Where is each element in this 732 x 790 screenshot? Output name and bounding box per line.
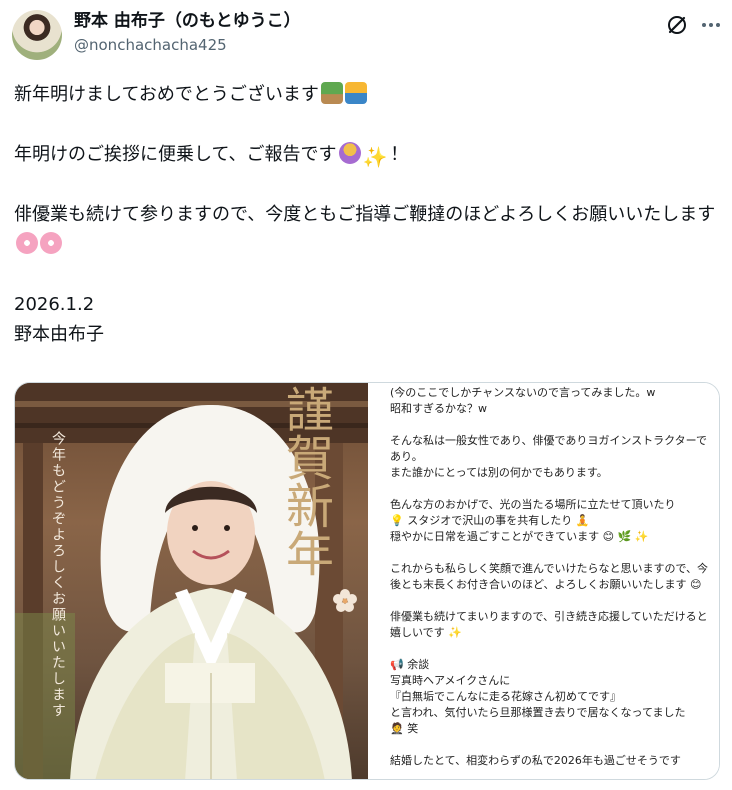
note-line: これからも私らしく笑顔で進んでいけたらなと思いますので、今後とも末長くお付き合い… [390,562,709,591]
bowing-person-emoji-icon [338,142,361,164]
career-text: 俳優業も続けて参りますので、今度ともご指導ご鞭撻のほどよろしくお願いいたします [14,204,716,225]
note-inline: 余談 [407,658,430,671]
note-line: 昭和すぎるかな？w [390,402,487,415]
note-line: 写真時ヘアメイクさんに [390,674,511,687]
user-names: 野本 由布子（のもとゆうこ） @nonchachacha425 [74,10,301,56]
tweet-text: 新年明けましておめでとうございます 年明けのご挨拶に便乗して、ご報告です ✨ ！ … [14,80,720,350]
note-line: 🤵 笑 [390,722,419,735]
sparkles-emoji-icon: ✨ [362,145,388,169]
note-line: 穏やかに日常を過ごすことができています 😊 🌿 ✨ [390,530,649,543]
career-line: 俳優業も続けて参りますので、今度ともご指導ご鞭撻のほどよろしくお願いいたします [14,200,720,260]
note-line: と言われ、気付いたら旦那様置き去りで居なくなってました [390,706,686,719]
title-vertical-text: 謹賀新年 [277,385,333,577]
cherry-blossom-emoji-icon [40,232,62,254]
sunrise-emoji-icon [344,82,367,104]
note-line: 💡 スタジオで沢山の事を共有したり 🧘 [390,514,590,527]
media-attachment[interactable]: 謹賀新年 今年もどうぞよろしくお願いいたします (今のここでしかチャンスないので… [14,382,720,780]
tweet-header: 野本 由布子（のもとゆうこ） @nonchachacha425 [12,8,720,64]
note-inline: 笑 [407,722,419,735]
note-line: (今のここでしかチャンスないので言ってみました。w [390,386,656,399]
note-inline: これからも私らしく笑顔で進んでいけたらなと思いますので、今後とも末長くお付き合い… [390,562,709,591]
report-line: 年明けのご挨拶に便乗して、ご報告です ✨ ！ [14,140,720,170]
signature-text: 野本由布子 [14,324,104,345]
note-inline: 俳優業も続けてまいりますので、引き続き応援していただけると嬉しいです [390,610,708,639]
handle[interactable]: @nonchachacha425 [74,34,301,56]
date-text: 2026.1.2 [14,294,95,315]
display-name[interactable]: 野本 由布子（のもとゆうこ） [74,10,301,32]
memo-text-panel: (今のここでしかチャンスないので言ってみました。w 昭和すぎるかな？w そんな私… [368,383,719,779]
note-line: 結婚したとて、相変わらずの私で2026年も過ごせそうです [390,754,681,767]
kadomatsu-emoji-icon [320,82,343,104]
greeting-line: 新年明けましておめでとうございます [14,80,720,110]
more-dots-icon[interactable] [698,12,724,38]
greeting-vertical-text: 今年もどうぞよろしくお願いいたします [50,431,66,719]
avatar[interactable] [12,10,62,60]
note-line: 📢 余談 [390,658,430,671]
exclamation-text: ！ [390,144,409,165]
note-inline: 穏やかに日常を過ごすことができています [390,530,600,543]
wedding-photo[interactable]: 謹賀新年 今年もどうぞよろしくお願いいたします [15,383,368,779]
report-text: 年明けのご挨拶に便乗して、ご報告です [14,144,337,165]
note-line: また誰かにとっては別の何かでもあります。 [390,466,608,479]
note-line: 色んな方のおかげで、光の当たる場所に立たせて頂いたり [390,498,676,511]
note-inline: スタジオで沢山の事を共有したり [407,514,573,527]
note-line: 『白無垢でこんなに走る花嫁さん初めてです』 [390,690,621,703]
cherry-blossom-emoji-icon [16,232,38,254]
grok-icon[interactable] [664,12,690,38]
note-line: そんな私は一般女性であり、俳優でありヨガインストラクターであり。 [390,434,708,463]
note-line: 俳優業も続けてまいりますので、引き続き応援していただけると嬉しいです ✨ [390,610,708,639]
greeting-text: 新年明けましておめでとうございます [14,84,319,105]
